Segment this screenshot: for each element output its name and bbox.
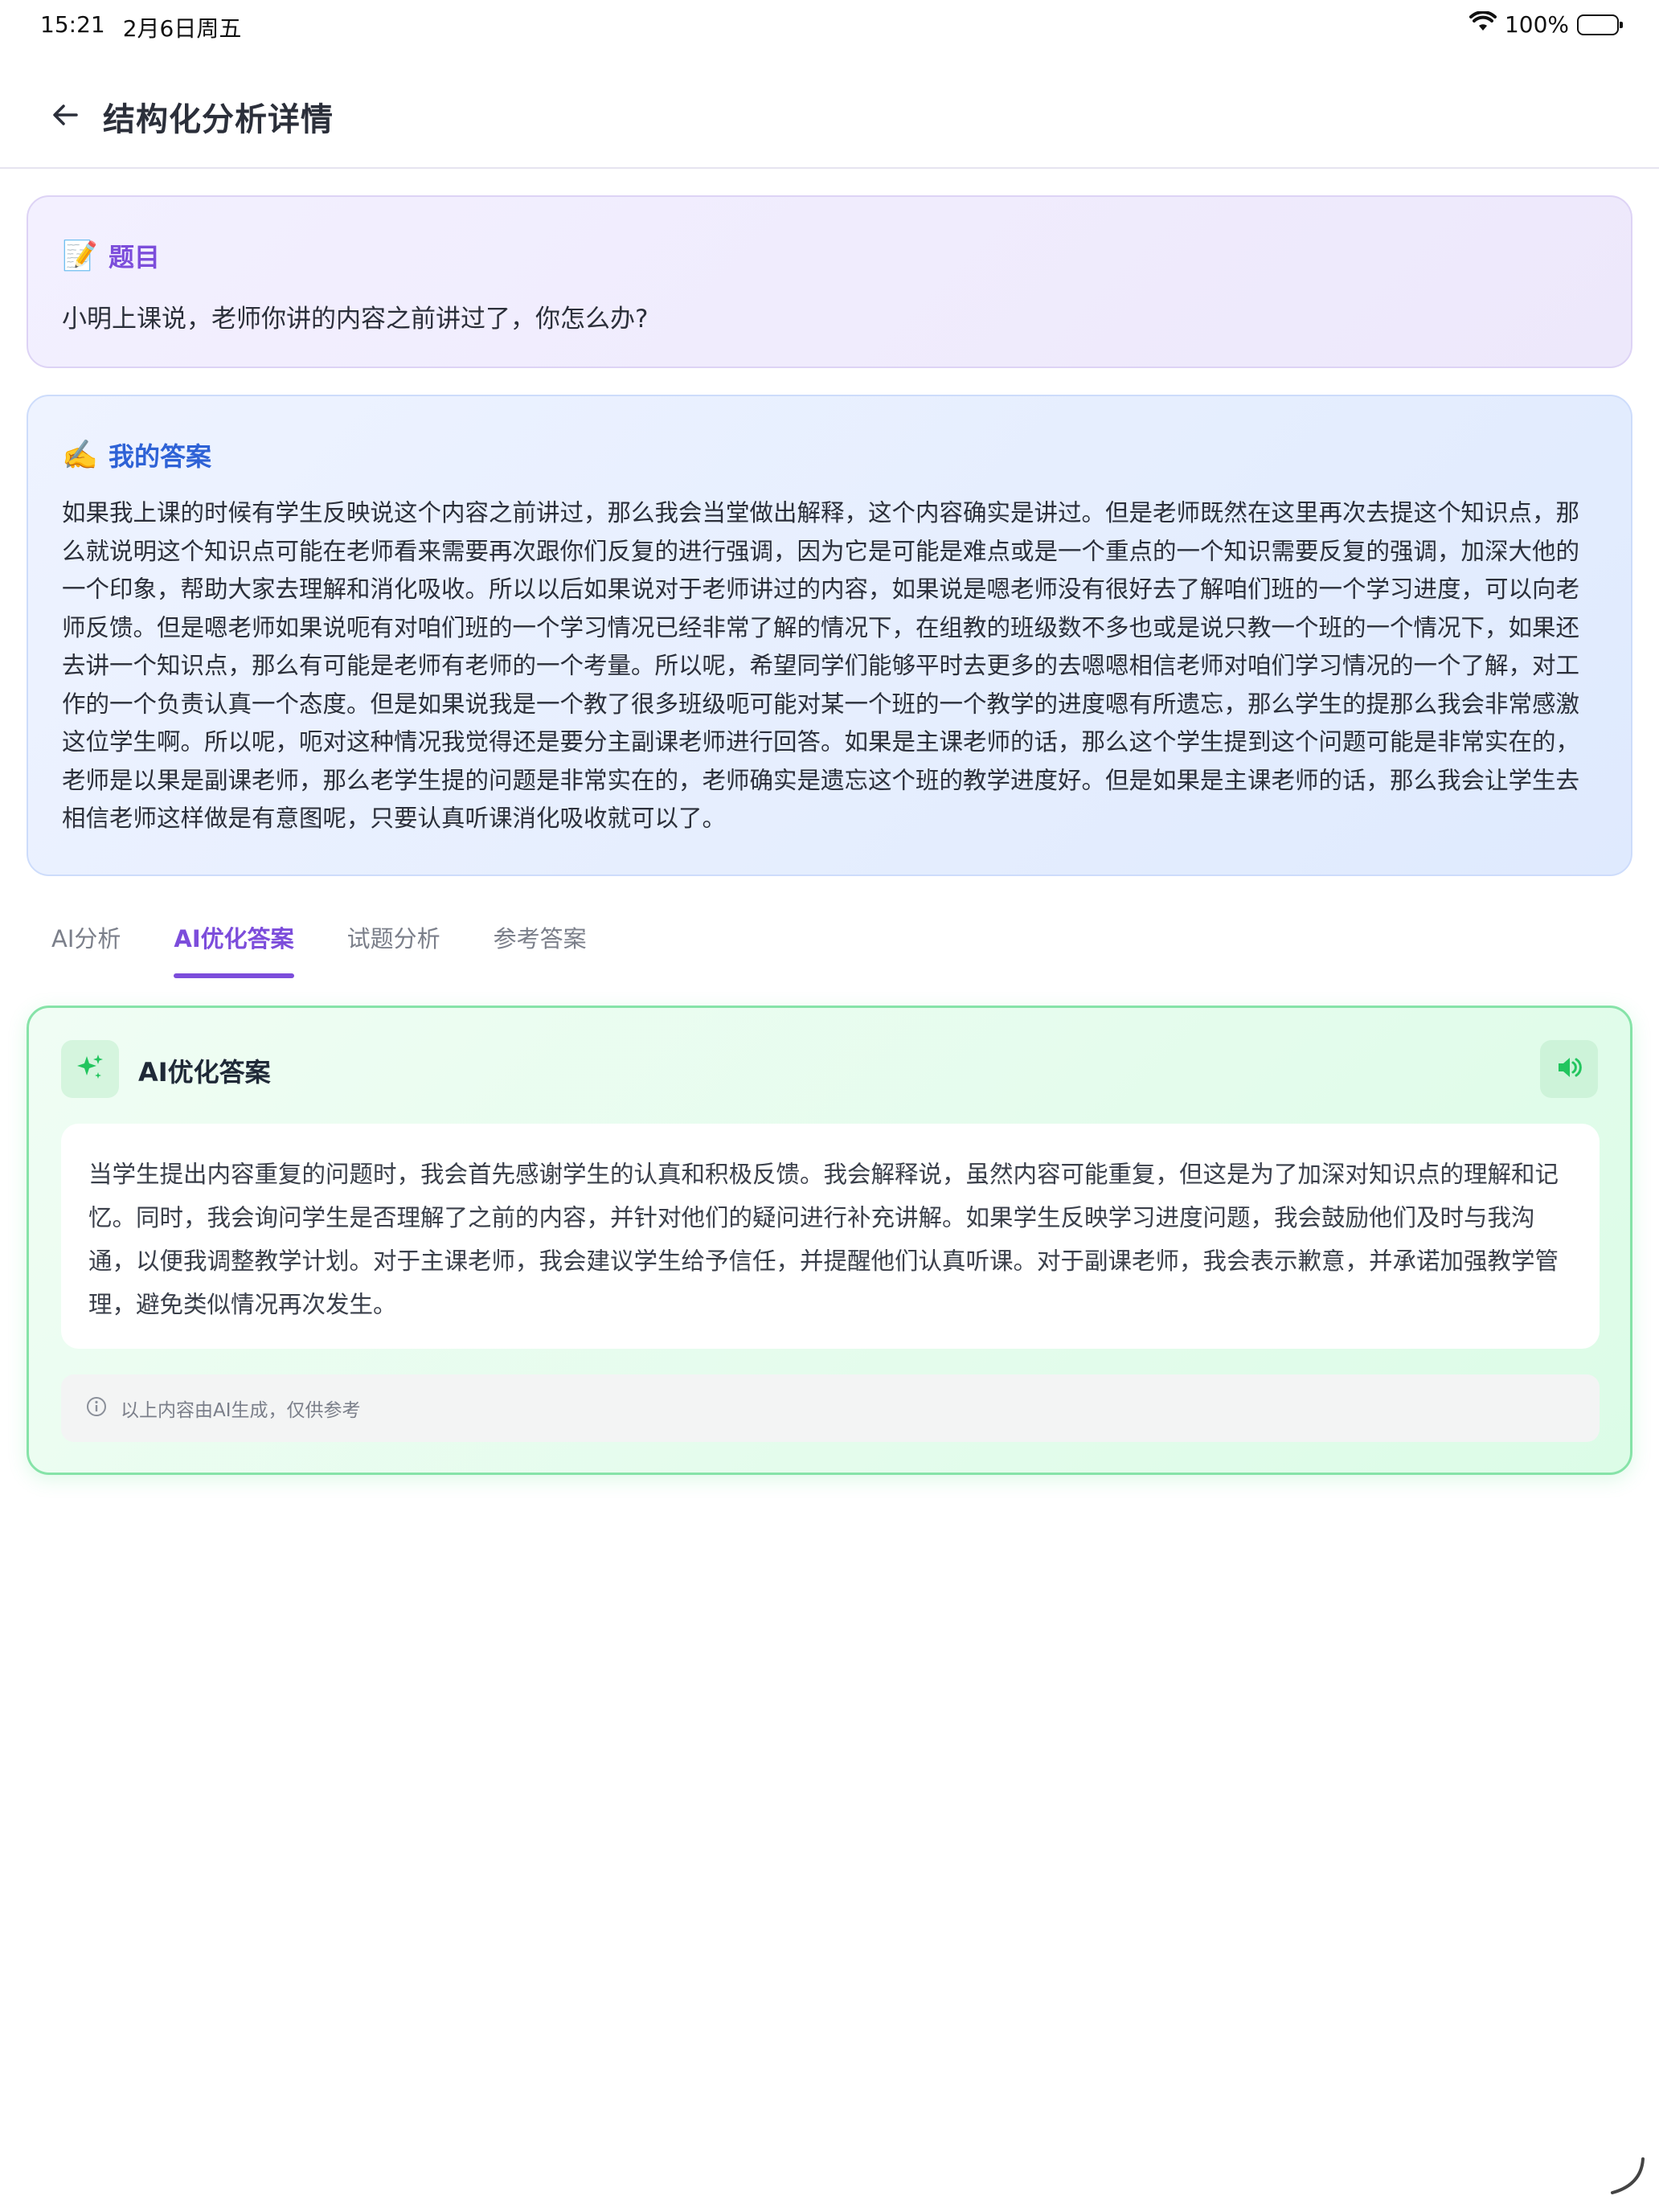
question-card-header: 📝 题目 [62,237,160,274]
page-title: 结构化分析详情 [103,101,334,138]
arrow-left-icon [49,99,81,134]
ai-disclaimer: 以上内容由AI生成，仅供参考 [61,1374,1600,1442]
my-answer-header: ✍️ 我的答案 [62,436,211,473]
status-left: 15:21 2月6日周五 [40,11,241,43]
status-bar: 15:21 2月6日周五 100% [0,0,1659,51]
question-title: 题目 [109,242,161,272]
tab-ai-optimized-answer[interactable]: AI优化答案 [174,920,294,978]
tab-question-analysis[interactable]: 试题分析 [347,920,440,978]
header: 结构化分析详情 [0,64,1659,169]
question-card: 📝 题目 小明上课说，老师你讲的内容之前讲过了，你怎么办? [27,195,1632,368]
ai-optimized-title: AI优化答案 [138,1057,271,1088]
memo-icon: 📝 [62,240,98,272]
question-text: 小明上课说，老师你讲的内容之前讲过了，你怎么办? [62,305,649,334]
back-button[interactable] [45,96,85,137]
home-indicator-corner [1606,2156,1646,2199]
info-icon [85,1395,108,1421]
ai-icon-box [61,1040,119,1098]
status-time: 15:21 [40,11,105,38]
wifi-icon [1469,10,1497,38]
tab-reference-answer[interactable]: 参考答案 [494,920,587,978]
my-answer-text: 如果我上课的时候有学生反映说这个内容之前讲过，那么我会当堂做出解释，这个内容确实… [62,499,1580,832]
sparkle-icon [74,1051,106,1087]
writing-hand-icon: ✍️ [62,439,98,472]
tab-ai-analysis[interactable]: AI分析 [51,920,121,978]
ai-disclaimer-text: 以上内容由AI生成，仅供参考 [121,1400,361,1421]
my-answer-card: ✍️ 我的答案 如果我上课的时候有学生反映说这个内容之前讲过，那么我会当堂做出解… [27,395,1632,876]
battery-icon [1577,14,1623,35]
ai-optimized-text: 当学生提出内容重复的问题时，我会首先感谢学生的认真和积极反馈。我会解释说，虽然内… [61,1124,1600,1349]
my-answer-title: 我的答案 [109,441,212,472]
play-audio-button[interactable] [1540,1040,1598,1098]
speaker-icon [1555,1053,1583,1085]
analysis-tabs: AI分析 AI优化答案 试题分析 参考答案 [51,920,640,978]
status-right: 100% [1469,10,1623,38]
status-date: 2月6日周五 [122,15,242,42]
battery-percent: 100% [1504,11,1569,38]
ai-optimized-card: AI优化答案 当学生提出内容重复的问题时，我会首先感谢学生的认真和积极反馈。我会… [27,1006,1632,1475]
